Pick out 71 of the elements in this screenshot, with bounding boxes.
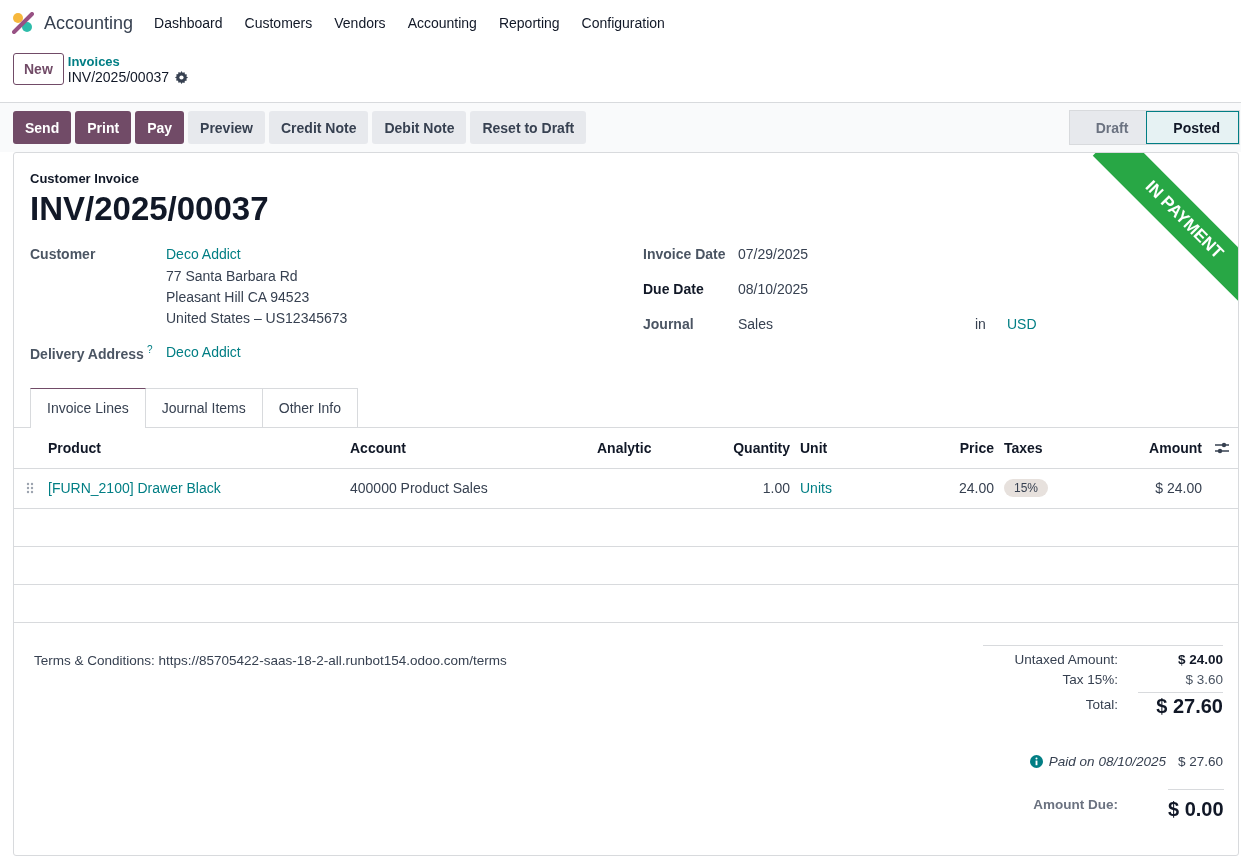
menu-item[interactable]: Vendors — [323, 15, 397, 31]
field-label: in — [975, 316, 987, 332]
action-button[interactable]: Print — [75, 111, 132, 144]
column-header[interactable]: Product — [48, 439, 101, 456]
breadcrumb-current: INV/2025/00037 — [67, 69, 169, 85]
total-label: Untaxed Amount: — [1013, 651, 1118, 667]
action-button[interactable]: Pay — [135, 111, 185, 144]
help-tooltip[interactable]: ? — [146, 344, 153, 355]
address-line: Pleasant Hill CA 94523 — [166, 289, 311, 305]
terms-text: Terms & Conditions: https://85705422-saas-18-2-all.runbot154.odoo.com/terms — [34, 652, 507, 670]
action-button[interactable]: Credit Note — [269, 111, 369, 144]
field-label: Due Date — [643, 281, 705, 297]
delivery-address-link[interactable]: Deco Addict — [166, 344, 241, 360]
column-header[interactable]: Price — [959, 439, 994, 456]
document-number: INV/2025/00037 — [30, 190, 269, 228]
total-value: $ 3.60 — [1184, 671, 1223, 687]
total-value: $ 24.00 — [1176, 651, 1223, 667]
payment-amount: $ 27.60 — [1177, 753, 1223, 769]
tab[interactable]: Journal Items — [145, 387, 263, 427]
total-label: Tax 15%: — [1061, 671, 1118, 687]
new-button[interactable]: New — [13, 53, 64, 85]
menu-item[interactable]: Configuration — [570, 15, 676, 31]
app-name[interactable]: Accounting — [44, 12, 134, 34]
action-button[interactable]: Preview — [188, 111, 265, 144]
field-label: Invoice Date — [643, 246, 727, 262]
payment-label: Paid on 08/10/2025 — [1048, 753, 1166, 769]
column-header[interactable]: Taxes — [1004, 439, 1043, 456]
address-line: 77 Santa Barbara Rd — [166, 268, 299, 284]
field-label: Delivery Address — [30, 345, 144, 362]
info-icon[interactable] — [1029, 754, 1043, 768]
total-value: $ 27.60 — [1138, 691, 1223, 718]
amount-due-value: $ 0.00 — [1168, 788, 1224, 821]
tab[interactable]: Invoice Lines — [30, 387, 146, 428]
tax-tag: 15% — [1004, 479, 1049, 498]
field-value[interactable]: 07/29/2025 — [738, 246, 809, 262]
customer-link[interactable]: Deco Addict — [166, 246, 241, 262]
action-button[interactable]: Send — [13, 111, 72, 144]
column-header[interactable]: Quantity — [733, 439, 790, 456]
table-cell: 1.00 — [762, 480, 790, 497]
drag-handle-icon[interactable] — [26, 482, 34, 495]
tab[interactable]: Other Info — [262, 387, 359, 427]
menu-item[interactable]: Accounting — [396, 15, 488, 31]
breadcrumb-link[interactable]: Invoices — [67, 54, 188, 69]
total-label: Total: — [1084, 697, 1118, 713]
amount-due-label: Amount Due: — [1032, 795, 1118, 814]
address-line: United States – US12345673 — [166, 310, 349, 326]
settings-icon[interactable] — [175, 70, 188, 84]
document-type: Customer Invoice — [30, 171, 141, 186]
action-button[interactable]: Reset to Draft — [470, 111, 587, 144]
field-value[interactable]: 08/10/2025 — [738, 281, 809, 297]
table-cell: 24.00 — [958, 480, 994, 497]
table-cell: 400000 Product Sales — [350, 480, 488, 497]
column-header[interactable]: Analytic — [597, 439, 652, 456]
currency-link[interactable]: USD — [1007, 316, 1037, 332]
column-settings-icon[interactable] — [1214, 440, 1230, 455]
field-label: Journal — [643, 316, 695, 332]
table-cell: $ 24.00 — [1155, 480, 1202, 497]
status-step[interactable]: Draft — [1069, 111, 1147, 144]
column-header[interactable]: Unit — [800, 439, 828, 456]
logo-icon[interactable] — [12, 12, 34, 34]
menu-item[interactable]: Reporting — [487, 15, 571, 31]
field-label: Customer — [30, 246, 97, 264]
unit-link[interactable]: Units — [800, 480, 832, 497]
product-link[interactable]: [FURN_2100] Drawer Black — [48, 480, 221, 497]
status-step[interactable]: Posted — [1146, 111, 1239, 144]
menu-item[interactable]: Customers — [233, 15, 324, 31]
menu-item[interactable]: Dashboard — [143, 15, 234, 31]
column-header[interactable]: Amount — [1149, 439, 1202, 456]
column-header[interactable]: Account — [350, 439, 406, 456]
field-value[interactable]: Sales — [738, 316, 774, 332]
action-button[interactable]: Debit Note — [372, 111, 467, 144]
